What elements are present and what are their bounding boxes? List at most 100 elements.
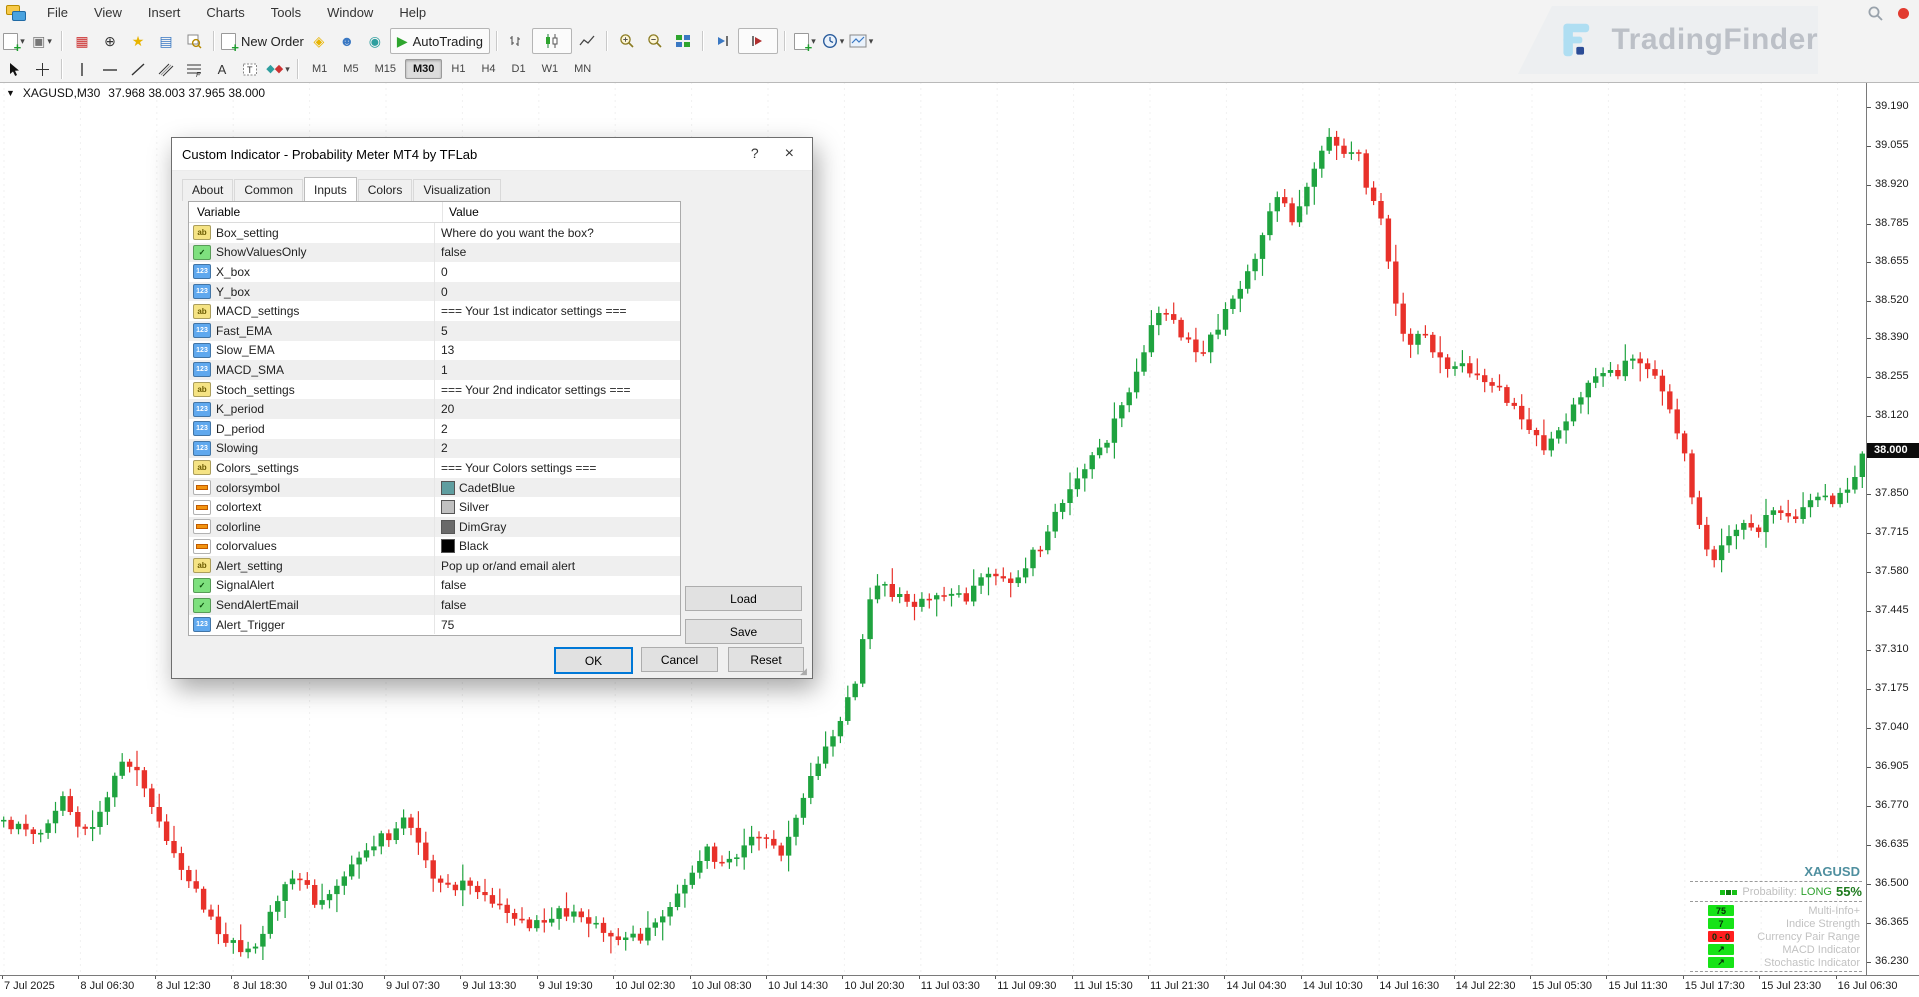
param-row-y_box[interactable]: 123Y_box0 — [189, 282, 680, 302]
time-axis[interactable]: 7 Jul 20258 Jul 06:308 Jul 12:308 Jul 18… — [0, 975, 1919, 997]
fibonacci-button[interactable]: F — [181, 57, 207, 81]
crosshair-button[interactable] — [29, 57, 55, 81]
param-value[interactable]: 0 — [434, 262, 680, 282]
param-row-colorvalues[interactable]: colorvaluesBlack — [189, 537, 680, 557]
param-value[interactable]: false — [434, 576, 680, 596]
reset-button[interactable]: Reset — [728, 647, 804, 672]
channel-button[interactable] — [153, 57, 179, 81]
timeframe-button-d1[interactable]: D1 — [505, 60, 533, 78]
param-row-showvaluesonly[interactable]: ✓ShowValuesOnlyfalse — [189, 243, 680, 263]
menu-item-insert[interactable]: Insert — [135, 1, 194, 24]
data-window-button[interactable]: ⊕ — [97, 29, 123, 53]
param-row-alert_trigger[interactable]: 123Alert_Trigger75 — [189, 615, 680, 635]
new-chart-button[interactable]: ▾ — [1, 29, 27, 53]
news-button[interactable]: ◉ — [362, 29, 388, 53]
param-value[interactable]: Where do you want the box? — [434, 223, 680, 243]
timeframe-button-w1[interactable]: W1 — [535, 60, 566, 78]
timeframe-button-mn[interactable]: MN — [567, 60, 598, 78]
market-watch-button[interactable]: ▦ — [69, 29, 95, 53]
strategy-tester-button[interactable] — [181, 29, 207, 53]
param-row-stoch_settings[interactable]: abStoch_settings=== Your 2nd indicator s… — [189, 380, 680, 400]
param-row-macd_settings[interactable]: abMACD_settings=== Your 1st indicator se… — [189, 301, 680, 321]
param-value[interactable]: === Your Colors settings === — [434, 458, 680, 478]
resize-grip[interactable]: ◢ — [800, 666, 810, 676]
close-icon[interactable]: × — [785, 145, 794, 163]
param-row-alert_setting[interactable]: abAlert_settingPop up or/and email alert — [189, 556, 680, 576]
help-button[interactable]: ? — [751, 145, 759, 163]
profiles-button[interactable]: ▣▾ — [29, 29, 55, 53]
terminal-button[interactable]: ▤ — [153, 29, 179, 53]
indicators-button[interactable]: ▾ — [792, 29, 818, 53]
timeframe-button-h4[interactable]: H4 — [474, 60, 502, 78]
text-label-button[interactable]: T — [237, 57, 263, 81]
param-value[interactable]: Pop up or/and email alert — [434, 556, 680, 576]
tab-colors[interactable]: Colors — [358, 179, 413, 201]
timeframe-button-m5[interactable]: M5 — [336, 60, 365, 78]
param-row-colorline[interactable]: colorlineDimGray — [189, 517, 680, 537]
bar-chart-button[interactable] — [504, 29, 530, 53]
param-value[interactable]: false — [434, 595, 680, 615]
load-button[interactable]: Load — [685, 586, 802, 611]
periods-button[interactable]: ▾ — [820, 29, 846, 53]
param-row-slowing[interactable]: 123Slowing2 — [189, 439, 680, 459]
tab-visualization[interactable]: Visualization — [413, 179, 500, 201]
timeframe-button-m15[interactable]: M15 — [368, 60, 403, 78]
param-value[interactable]: false — [434, 243, 680, 263]
tile-windows-button[interactable] — [670, 29, 696, 53]
trendline-button[interactable] — [125, 57, 151, 81]
param-value[interactable]: 2 — [434, 419, 680, 439]
navigator-button[interactable]: ★ — [125, 29, 151, 53]
auto-scroll-button[interactable] — [710, 29, 736, 53]
param-row-box_setting[interactable]: abBox_settingWhere do you want the box? — [189, 223, 680, 243]
param-value[interactable]: Silver — [434, 497, 680, 517]
cancel-button[interactable]: Cancel — [641, 647, 718, 672]
dialog-title-bar[interactable]: Custom Indicator - Probability Meter MT4… — [172, 138, 812, 171]
param-value[interactable]: 75 — [434, 615, 680, 635]
zoom-out-button[interactable] — [642, 29, 668, 53]
candlestick-chart-button[interactable] — [532, 28, 572, 54]
ok-button[interactable]: OK — [554, 647, 633, 674]
search-icon[interactable] — [1867, 5, 1884, 22]
param-row-slow_ema[interactable]: 123Slow_EMA13 — [189, 341, 680, 361]
tab-inputs[interactable]: Inputs — [304, 177, 357, 201]
param-row-fast_ema[interactable]: 123Fast_EMA5 — [189, 321, 680, 341]
param-row-sendalertemail[interactable]: ✓SendAlertEmailfalse — [189, 595, 680, 615]
param-value[interactable]: === Your 2nd indicator settings === — [434, 380, 680, 400]
param-value[interactable]: 20 — [434, 399, 680, 419]
param-row-colors_settings[interactable]: abColors_settings=== Your Colors setting… — [189, 458, 680, 478]
tab-about[interactable]: About — [182, 179, 233, 201]
timeframe-button-m30[interactable]: M30 — [405, 59, 442, 79]
param-value[interactable]: 0 — [434, 282, 680, 302]
param-value[interactable]: 1 — [434, 360, 680, 380]
metaeditor-button[interactable]: ◈ — [306, 29, 332, 53]
community-button[interactable]: ☻ — [334, 29, 360, 53]
param-value[interactable]: === Your 1st indicator settings === — [434, 301, 680, 321]
menu-item-file[interactable]: File — [34, 1, 81, 24]
chart-shift-button[interactable] — [738, 28, 778, 54]
arrows-button[interactable]: ◆◆▾ — [265, 57, 291, 81]
menu-item-tools[interactable]: Tools — [258, 1, 314, 24]
timeframe-button-m1[interactable]: M1 — [305, 60, 334, 78]
line-chart-button[interactable] — [574, 29, 600, 53]
param-value[interactable]: CadetBlue — [434, 478, 680, 498]
param-value[interactable]: 5 — [434, 321, 680, 341]
param-row-macd_sma[interactable]: 123MACD_SMA1 — [189, 360, 680, 380]
zoom-in-button[interactable] — [614, 29, 640, 53]
chart-symbol-label[interactable]: ▼ XAGUSD,M30 37.968 38.003 37.965 38.000 — [6, 86, 265, 100]
menu-item-help[interactable]: Help — [386, 1, 439, 24]
param-row-colortext[interactable]: colortextSilver — [189, 497, 680, 517]
save-button[interactable]: Save — [685, 619, 802, 644]
cursor-button[interactable] — [1, 57, 27, 81]
tab-common[interactable]: Common — [234, 179, 303, 201]
param-row-signalalert[interactable]: ✓SignalAlertfalse — [189, 576, 680, 596]
param-row-d_period[interactable]: 123D_period2 — [189, 419, 680, 439]
autotrading-button[interactable]: ▶ AutoTrading — [390, 28, 490, 54]
new-order-button[interactable]: New Order — [221, 29, 304, 53]
text-button[interactable]: A — [209, 57, 235, 81]
param-row-colorsymbol[interactable]: colorsymbolCadetBlue — [189, 478, 680, 498]
param-row-k_period[interactable]: 123K_period20 — [189, 399, 680, 419]
horizontal-line-button[interactable] — [97, 57, 123, 81]
templates-button[interactable]: ▾ — [848, 29, 874, 53]
param-value[interactable]: 2 — [434, 439, 680, 459]
param-value[interactable]: 13 — [434, 341, 680, 361]
